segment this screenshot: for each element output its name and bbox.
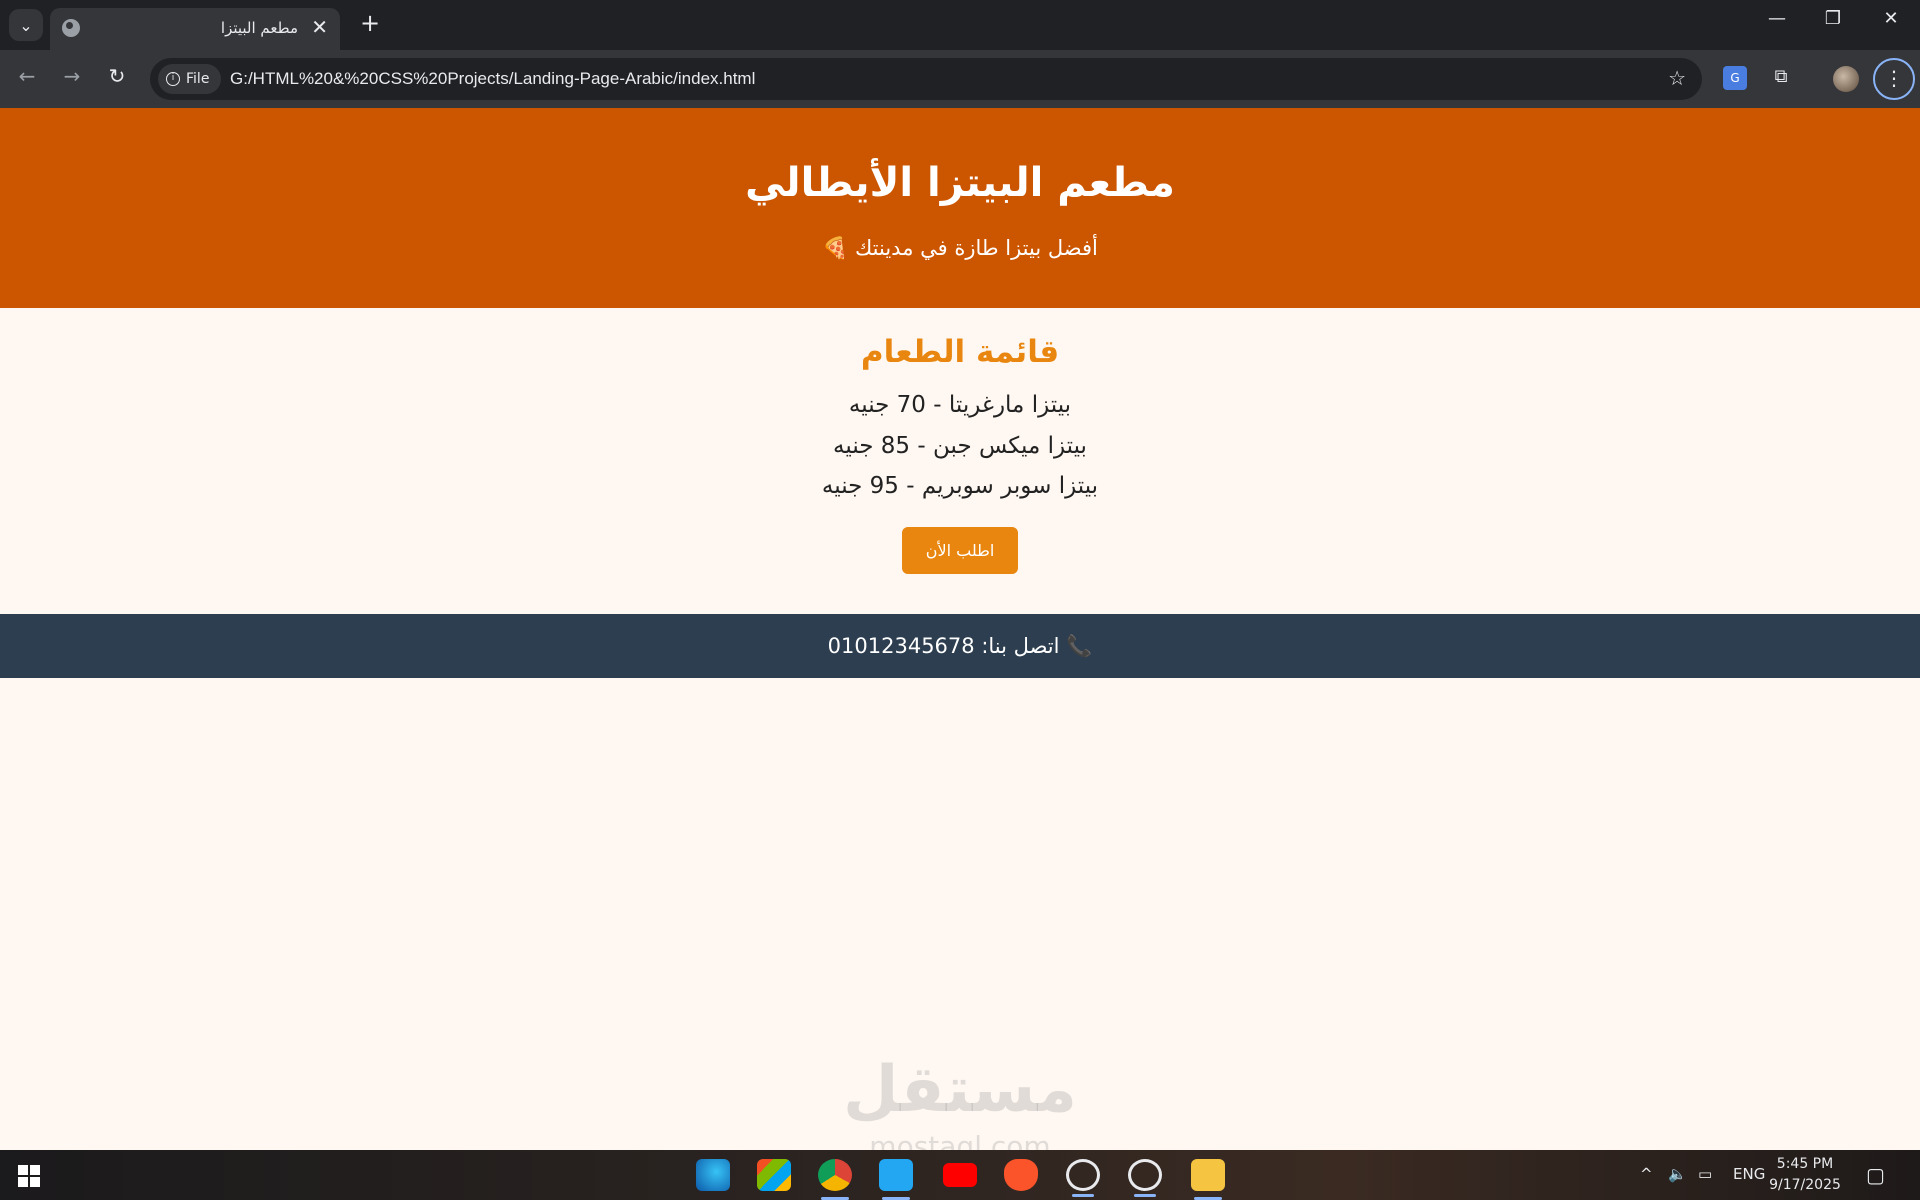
new-tab-button[interactable]: +	[355, 9, 385, 37]
reload-icon[interactable]: ↻	[102, 64, 132, 88]
phone-icon: 📞	[1066, 634, 1093, 658]
volume-icon[interactable]: 🔈	[1668, 1165, 1687, 1183]
order-now-button[interactable]: اطلب الأن	[902, 527, 1018, 574]
kebab-menu-icon[interactable]: ⋮	[1873, 58, 1915, 100]
brave-icon[interactable]	[1004, 1159, 1038, 1191]
windows-taskbar: ^ 🔈 ▭ ENG 5:45 PM 9/17/2025 ▢	[0, 1150, 1920, 1200]
browser-tab[interactable]: مطعم البيتزا ✕	[50, 8, 340, 50]
chevron-down-icon: ⌄	[19, 15, 33, 35]
system-clock[interactable]: 5:45 PM 9/17/2025	[1758, 1154, 1852, 1196]
contact-text: اتصل بنا: 01012345678	[827, 634, 1060, 658]
info-icon: i	[166, 72, 180, 86]
contact-footer: 📞 اتصل بنا: 01012345678	[0, 614, 1920, 678]
menu-item: بيتزا ميكس جبن - 85 جنيه	[833, 433, 1087, 459]
back-arrow-icon[interactable]: ←	[12, 64, 42, 88]
network-icon[interactable]: ▭	[1698, 1165, 1712, 1183]
translate-icon[interactable]: G	[1723, 66, 1747, 90]
menu-item: بيتزا مارغريتا - 70 جنيه	[848, 392, 1072, 418]
file-explorer-icon[interactable]	[1191, 1159, 1225, 1200]
tab-title: مطعم البيتزا	[220, 19, 298, 37]
browser-tab-bar: ⌄ مطعم البيتزا ✕ + — ❐ ✕	[0, 0, 1920, 50]
tab-search-button[interactable]: ⌄	[9, 9, 43, 41]
browser-toolbar: ← → ↻ i File G:/HTML%20&%20CSS%20Project…	[0, 50, 1920, 108]
chrome-icon[interactable]	[818, 1159, 852, 1200]
page-viewport: مطعم البيتزا الأيطالي أفضل بيتزا طازة في…	[0, 108, 1920, 1163]
windows-start-icon[interactable]	[18, 1165, 40, 1187]
minimize-icon[interactable]: —	[1752, 8, 1802, 29]
site-info-label: File	[186, 71, 210, 87]
store-icon[interactable]	[757, 1159, 791, 1191]
clock-time: 5:45 PM	[1776, 1156, 1834, 1172]
vscode-icon[interactable]	[879, 1159, 913, 1200]
close-window-icon[interactable]: ✕	[1866, 8, 1916, 29]
close-tab-icon[interactable]: ✕	[311, 15, 328, 39]
menu-section: قائمة الطعام بيتزا مارغريتا - 70 جنيه بي…	[0, 308, 1920, 614]
clock-date: 9/17/2025	[1769, 1177, 1841, 1193]
site-info-chip[interactable]: i File	[158, 64, 222, 94]
edge-icon[interactable]	[696, 1159, 730, 1191]
youtube-icon[interactable]	[943, 1163, 977, 1187]
notification-icon[interactable]: ▢	[1866, 1163, 1885, 1187]
media-player-icon[interactable]	[1128, 1159, 1162, 1197]
profile-avatar[interactable]	[1833, 66, 1859, 92]
hero-header: مطعم البيتزا الأيطالي أفضل بيتزا طازة في…	[0, 108, 1920, 308]
restore-icon[interactable]: ❐	[1808, 8, 1858, 29]
bookmark-star-icon[interactable]: ☆	[1668, 66, 1686, 90]
extensions-puzzle-icon[interactable]: ⧉	[1769, 66, 1793, 90]
menu-heading: قائمة الطعام	[860, 334, 1060, 370]
globe-icon	[62, 19, 80, 37]
chevron-up-icon[interactable]: ^	[1640, 1165, 1653, 1183]
watermark-logo: مستقل	[842, 1053, 1078, 1127]
restaurant-title: مطعم البيتزا الأيطالي	[745, 160, 1175, 206]
menu-item: بيتزا سوبر سوبريم - 95 جنيه	[821, 473, 1099, 499]
url-text[interactable]: G:/HTML%20&%20CSS%20Projects/Landing-Pag…	[230, 69, 755, 89]
forward-arrow-icon[interactable]: →	[57, 64, 87, 88]
chatgpt-icon[interactable]	[1066, 1159, 1100, 1197]
address-bar[interactable]: i File G:/HTML%20&%20CSS%20Projects/Land…	[150, 58, 1702, 100]
hero-tagline: أفضل بيتزا طازة في مدينتك 🍕	[822, 236, 1098, 260]
